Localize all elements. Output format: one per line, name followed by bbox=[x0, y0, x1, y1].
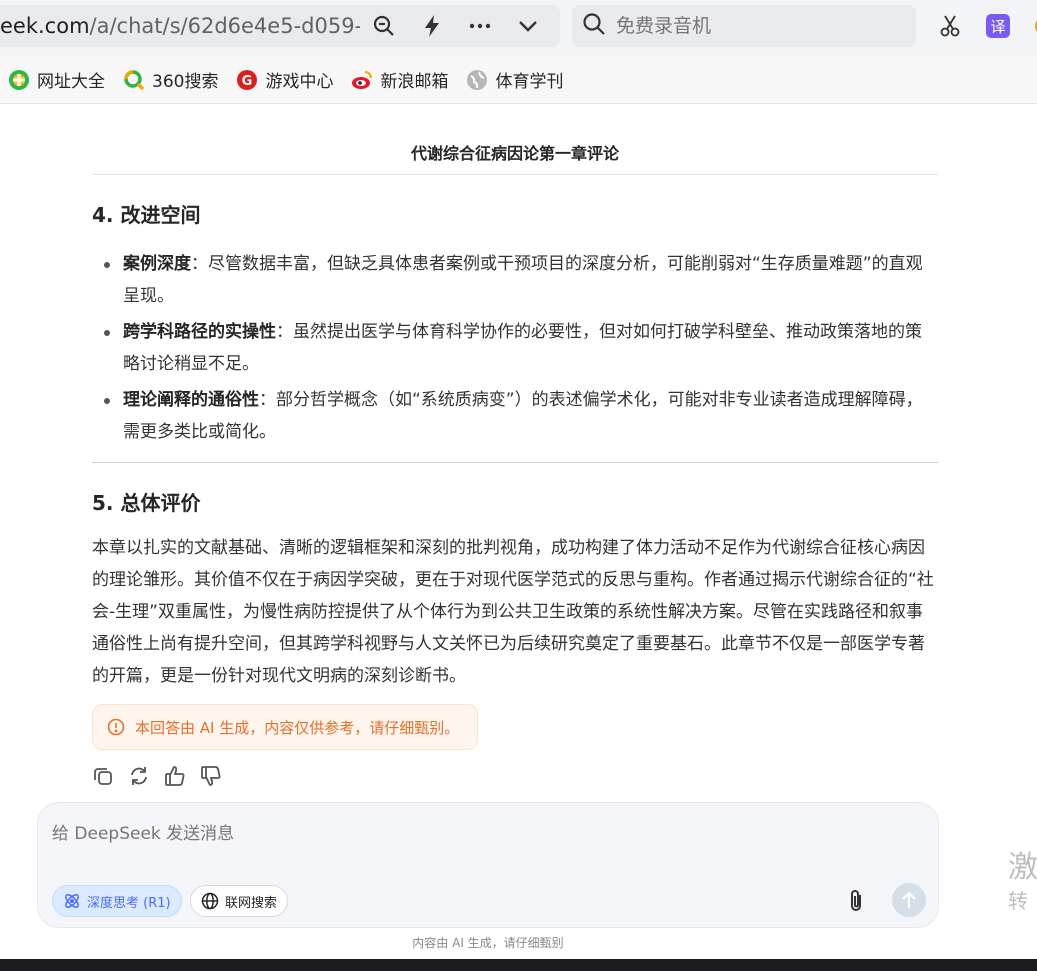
browser-toolbar: eek.com/a/chat/s/62d6e4e5-d059-4 译 bbox=[0, 0, 1037, 56]
divider bbox=[92, 462, 938, 463]
copy-icon[interactable] bbox=[92, 762, 128, 790]
section-heading: 5. 总体评价 bbox=[92, 491, 201, 515]
url-text[interactable]: eek.com/a/chat/s/62d6e4e5-d059-4 bbox=[0, 14, 360, 38]
bookmark-item[interactable]: 网址大全 bbox=[8, 67, 105, 92]
atom-icon bbox=[63, 892, 81, 910]
scissors-icon[interactable] bbox=[936, 12, 964, 40]
svg-text:G: G bbox=[242, 74, 253, 89]
summary-paragraph: 本章以扎实的文献基础、清晰的逻辑框架和深刻的批判视角，成功构建了体力活动不足作为… bbox=[92, 538, 934, 686]
search-icon bbox=[582, 12, 606, 40]
lightning-icon[interactable] bbox=[408, 5, 456, 47]
bookmark-item[interactable]: 新浪邮箱 bbox=[351, 67, 448, 92]
browser-search-bar[interactable] bbox=[572, 5, 916, 47]
message-actions bbox=[92, 762, 938, 790]
sina-icon bbox=[351, 69, 373, 91]
list-item: 案例深度：尽管数据丰富，但缺乏具体患者案例或干预项目的深度分析，可能削弱对“生存… bbox=[92, 248, 938, 312]
extension-icon[interactable] bbox=[1026, 12, 1037, 40]
document-title: 代谢综合征病因论第一章评论 bbox=[92, 140, 938, 175]
ai-warning-banner: 本回答由 AI 生成，内容仅供参考，请仔细甄别。 bbox=[92, 704, 479, 750]
search-input[interactable] bbox=[616, 15, 896, 37]
attachment-icon[interactable] bbox=[840, 885, 872, 917]
address-bar[interactable]: eek.com/a/chat/s/62d6e4e5-d059-4 bbox=[0, 5, 560, 47]
globe-green-icon bbox=[8, 69, 30, 91]
globe-icon bbox=[201, 892, 219, 910]
taskbar bbox=[0, 959, 1037, 971]
bookmark-item[interactable]: G 游戏中心 bbox=[236, 67, 333, 92]
thumbs-down-icon[interactable] bbox=[200, 762, 236, 790]
send-button[interactable] bbox=[892, 883, 926, 917]
improvement-list: 案例深度：尽管数据丰富，但缺乏具体患者案例或干预项目的深度分析，可能削弱对“生存… bbox=[92, 248, 938, 448]
game-icon: G bbox=[236, 69, 258, 91]
list-item: 跨学科路径的实操性：虽然提出医学与体育科学协作的必要性，但对如何打破学科壁垒、推… bbox=[92, 316, 938, 380]
translate-icon[interactable]: 译 bbox=[984, 12, 1012, 40]
globe-gray-icon bbox=[466, 69, 488, 91]
deep-think-button[interactable]: 深度思考 (R1) bbox=[52, 885, 182, 917]
web-search-button[interactable]: 联网搜索 bbox=[190, 885, 289, 917]
bookmark-item[interactable]: 360搜索 bbox=[123, 67, 218, 92]
more-icon[interactable] bbox=[456, 5, 504, 47]
message-composer: 深度思考 (R1) 联网搜索 bbox=[37, 802, 939, 928]
message-input[interactable] bbox=[52, 819, 912, 859]
side-panel-text: 转 bbox=[1008, 889, 1028, 913]
info-icon bbox=[107, 718, 125, 736]
zoom-icon[interactable] bbox=[360, 5, 408, 47]
list-item: 理论阐释的通俗性：部分哲学概念（如“系统质病变”）的表述偏学术化，可能对非专业读… bbox=[92, 384, 938, 448]
chevron-down-icon[interactable] bbox=[504, 5, 552, 47]
footer-disclaimer: 内容由 AI 生成，请仔细甄别 bbox=[412, 936, 564, 950]
section-heading: 4. 改进空间 bbox=[92, 203, 201, 227]
side-panel-text: 激 bbox=[1008, 850, 1037, 885]
chat-content: 代谢综合征病因论第一章评论 4. 改进空间 案例深度：尽管数据丰富，但缺乏具体患… bbox=[92, 104, 938, 790]
regenerate-icon[interactable] bbox=[128, 762, 164, 790]
bookmark-item[interactable]: 体育学刊 bbox=[466, 67, 563, 92]
bookmarks-bar: 网址大全 360搜索 G 游戏中心 新浪邮箱 体育学刊 bbox=[0, 56, 1037, 104]
thumbs-up-icon[interactable] bbox=[164, 762, 200, 790]
search-360-icon bbox=[123, 69, 145, 91]
